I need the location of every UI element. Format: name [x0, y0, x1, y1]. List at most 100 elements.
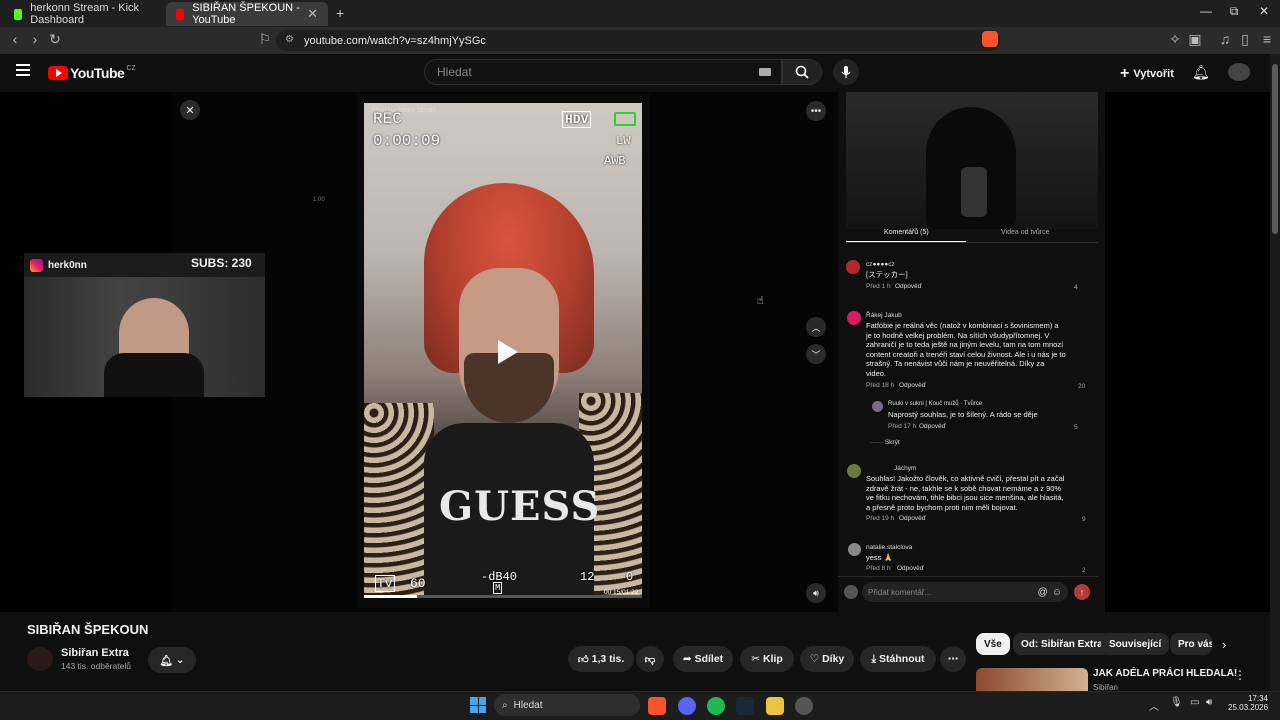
youtube-logo[interactable]: YouTube CZ — [48, 65, 136, 81]
clip-button[interactable]: ✂ Klip — [740, 646, 794, 672]
previous-short-button[interactable]: ︿ — [806, 317, 826, 337]
windows-taskbar — [0, 691, 1280, 720]
taskbar-search[interactable]: ⌕ Hledat — [494, 694, 640, 716]
recommended-title[interactable]: JAK ADÉLA PRÁCI HLEDALA! — [1093, 668, 1237, 679]
reply-avatar[interactable] — [872, 401, 883, 412]
steam-taskbar-icon[interactable] — [736, 697, 754, 715]
comment-author[interactable]: Řákej Jakub — [866, 312, 902, 319]
tray-volume-icon[interactable]: 🔊︎ — [1206, 697, 1212, 708]
tab-youtube[interactable]: SIBIŘAN ŠPEKOUN - YouTube ✕ — [166, 2, 328, 26]
subscription-bell-button[interactable]: 🔔︎ ⌄ — [148, 647, 196, 673]
comment-avatar[interactable] — [848, 543, 861, 556]
address-bar[interactable]: ⚙ youtube.com/watch?v=sz4hmjYySGc — [276, 30, 1000, 51]
close-window-button[interactable]: ✕ — [1254, 4, 1274, 18]
chip-for-you[interactable]: Pro vás — [1170, 633, 1212, 655]
minimize-button[interactable]: — — [1196, 4, 1216, 18]
emoji-icon[interactable]: ☺ — [1052, 587, 1062, 598]
tray-display-icon[interactable]: ▭ — [1190, 697, 1199, 708]
close-tab-icon[interactable]: ✕ — [307, 6, 318, 22]
close-overlay-button[interactable]: ✕ — [180, 100, 200, 120]
like-count[interactable]: 20 — [1078, 383, 1085, 390]
like-count[interactable]: 9 — [1082, 516, 1086, 523]
subscriber-count: 143 tis. odběratelů — [61, 661, 131, 671]
tray-mic-icon[interactable]: 🎙︎ — [1170, 697, 1183, 708]
dislike-button[interactable]: 👎︎ — [636, 646, 664, 672]
create-button[interactable]: + Vytvořit — [1120, 65, 1174, 83]
next-short-button[interactable]: ﹀ — [806, 344, 826, 364]
new-tab-button[interactable]: + — [336, 5, 344, 21]
obs-taskbar-icon[interactable] — [795, 697, 813, 715]
like-count[interactable]: 4 — [1074, 284, 1078, 291]
tab-search-icon[interactable]: ▣ — [1186, 31, 1204, 48]
comment-avatar[interactable] — [846, 260, 860, 274]
share-button[interactable]: ➦ Sdílet — [673, 646, 733, 672]
maximize-button[interactable]: ⧉ — [1224, 4, 1244, 19]
hide-replies-button[interactable]: —— Skrýt — [870, 439, 900, 446]
menu-icon[interactable]: ≡ — [1258, 31, 1276, 47]
reply-button[interactable]: Odpověď — [899, 515, 926, 522]
brave-taskbar-icon[interactable] — [648, 697, 666, 715]
like-button[interactable]: 👍︎ 1,3 tis. — [568, 646, 634, 672]
comment-author[interactable]: natalie.stalclova — [866, 544, 912, 551]
recommended-thumbnail[interactable] — [976, 668, 1088, 691]
start-button[interactable] — [470, 697, 486, 713]
play-button[interactable] — [490, 336, 522, 368]
channel-avatar[interactable] — [27, 647, 53, 671]
bookmark-icon[interactable]: ⚐ — [256, 31, 274, 48]
site-info-icon[interactable]: ⚙ — [285, 34, 294, 45]
tab-creator-videos[interactable]: Videa od tvůrce — [1001, 229, 1050, 236]
instagram-icon — [30, 259, 43, 272]
more-actions-button[interactable]: ⋯ — [940, 646, 966, 672]
tab-kick-dashboard[interactable]: herkonn Stream - Kick Dashboard — [4, 2, 164, 26]
keyboard-icon[interactable] — [759, 68, 771, 76]
notifications-bell-icon[interactable]: 🔔︎ — [1192, 64, 1210, 81]
search-input[interactable]: Hledat — [424, 59, 782, 85]
volume-button[interactable]: 🔊︎ — [806, 583, 826, 603]
discord-taskbar-icon[interactable] — [678, 697, 696, 715]
file-explorer-taskbar-icon[interactable] — [766, 697, 784, 715]
search-button[interactable] — [782, 59, 822, 85]
arrow-up-icon: ↑ — [1079, 587, 1085, 597]
send-comment-button[interactable]: ↑ — [1074, 584, 1090, 600]
recommended-menu-icon[interactable]: ⋮ — [1234, 668, 1246, 682]
comment-avatar[interactable] — [847, 311, 861, 325]
thanks-button[interactable]: ♡ Díky — [800, 646, 854, 672]
hide-replies-label: Skrýt — [884, 439, 900, 446]
reply-author[interactable]: Ruuki v sukni | Kouč mužů · Tvůrce — [888, 401, 982, 407]
spotify-taskbar-icon[interactable] — [707, 697, 725, 715]
brave-shields-icon[interactable] — [982, 31, 998, 47]
speaker-icon: 🔊︎ — [813, 587, 819, 598]
comment-author[interactable]: cz●●●●cz — [866, 261, 895, 268]
extensions-icon[interactable]: ✧ — [1166, 31, 1184, 48]
tab-comments[interactable]: Komentářů (5) — [884, 229, 929, 236]
reply-button[interactable]: Odpověď — [899, 382, 926, 389]
forward-icon[interactable]: › — [26, 31, 44, 47]
chip-related[interactable]: Související — [1101, 633, 1170, 655]
chip-all[interactable]: Vše — [976, 633, 1010, 655]
back-icon[interactable]: ‹ — [6, 31, 24, 47]
channel-name[interactable]: Sibiřan Extra — [61, 647, 129, 659]
account-avatar[interactable] — [1228, 63, 1250, 81]
more-options-icon[interactable]: ••• — [806, 101, 826, 121]
like-count[interactable]: 2 — [1082, 567, 1086, 574]
download-button[interactable]: ⤓ Stáhnout — [860, 646, 936, 672]
sidebar-icon[interactable]: ▯ — [1236, 31, 1254, 48]
mention-icon[interactable]: @ — [1038, 587, 1048, 598]
clock[interactable]: 17:34 25.03.2026 — [1228, 694, 1268, 712]
reply-button[interactable]: Odpověď — [895, 283, 922, 290]
hamburger-menu-icon[interactable] — [16, 64, 30, 76]
like-count[interactable]: 5 — [1074, 424, 1078, 431]
reply-button[interactable]: Odpověď — [919, 423, 946, 430]
chip-from-channel[interactable]: Od: Sibiřan Extra — [1013, 633, 1111, 655]
like-count-label: 1,3 tis. — [591, 653, 625, 665]
add-comment-input[interactable]: Přidat komentář... @ ☺ — [862, 582, 1068, 602]
chips-next-arrow-icon[interactable]: › — [1222, 637, 1226, 652]
reload-icon[interactable]: ↻ — [46, 31, 64, 48]
tray-overflow-icon[interactable]: ︿ — [1149, 698, 1159, 713]
comment-author[interactable]: Jáchym — [894, 465, 916, 472]
comment-avatar[interactable] — [847, 464, 861, 478]
scrollbar-thumb[interactable] — [1272, 64, 1278, 234]
music-icon[interactable]: ♫ — [1216, 31, 1234, 47]
reply-button[interactable]: Odpověď — [897, 565, 924, 572]
voice-search-button[interactable] — [833, 59, 859, 85]
